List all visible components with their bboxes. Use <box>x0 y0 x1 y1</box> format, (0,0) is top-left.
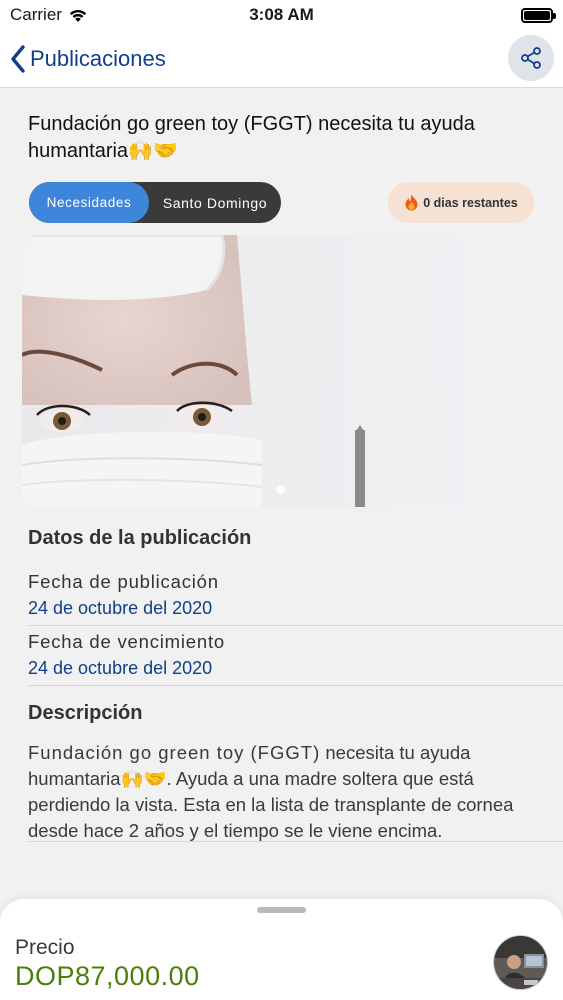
price-value: DOP87,000.00 <box>15 961 200 991</box>
days-remaining-label: 0 dias restantes <box>423 195 518 210</box>
divider <box>28 625 563 626</box>
back-button-label: Publicaciones <box>30 45 166 71</box>
post-title: Fundación go green toy (FGGT) necesita t… <box>28 113 475 162</box>
publication-date-label: Fecha de publicación <box>28 571 219 592</box>
share-button[interactable] <box>508 35 554 81</box>
price-label: Precio <box>15 936 75 959</box>
days-remaining-badge: 0 dias restantes <box>388 182 534 223</box>
author-avatar[interactable] <box>493 935 548 990</box>
expiration-date-value: 24 de octubre del 2020 <box>28 658 213 678</box>
share-icon <box>521 47 541 69</box>
status-bar: Carrier 3:08 AM <box>0 0 563 30</box>
post-image-carousel[interactable] <box>22 235 541 507</box>
navigation-bar: Publicaciones <box>0 30 563 88</box>
publication-date-value: 24 de octubre del 2020 <box>28 598 213 618</box>
post-detail-content: Fundación go green toy (FGGT) necesita t… <box>0 89 563 919</box>
status-left: Carrier <box>10 5 88 25</box>
wifi-icon <box>69 9 87 22</box>
description-org-name: Fundación go green toy (FGGT) <box>28 742 321 763</box>
sheet-drag-handle[interactable] <box>257 907 306 913</box>
divider <box>28 685 563 686</box>
divider <box>28 841 563 842</box>
chevron-left-icon <box>11 44 25 73</box>
carrier-label: Carrier <box>10 5 62 24</box>
post-photo <box>22 235 541 507</box>
expiration-date-label: Fecha de vencimiento <box>28 631 225 652</box>
description-section-title: Descripción <box>28 702 143 724</box>
details-section-title: Datos de la publicación <box>28 527 252 549</box>
price-bottom-sheet: Precio DOP87,000.00 <box>0 899 563 1000</box>
avatar-image <box>494 936 547 989</box>
fire-icon <box>405 194 418 211</box>
carousel-indicator[interactable] <box>276 485 285 494</box>
back-button[interactable]: Publicaciones <box>10 44 166 73</box>
description-text: Fundación go green toy (FGGT) necesita t… <box>28 740 528 844</box>
battery-icon <box>521 7 556 23</box>
post-chips: Necesidades Santo Domingo <box>29 182 281 223</box>
location-chip[interactable]: Santo Domingo <box>149 195 281 211</box>
category-chip[interactable]: Necesidades <box>29 182 149 223</box>
